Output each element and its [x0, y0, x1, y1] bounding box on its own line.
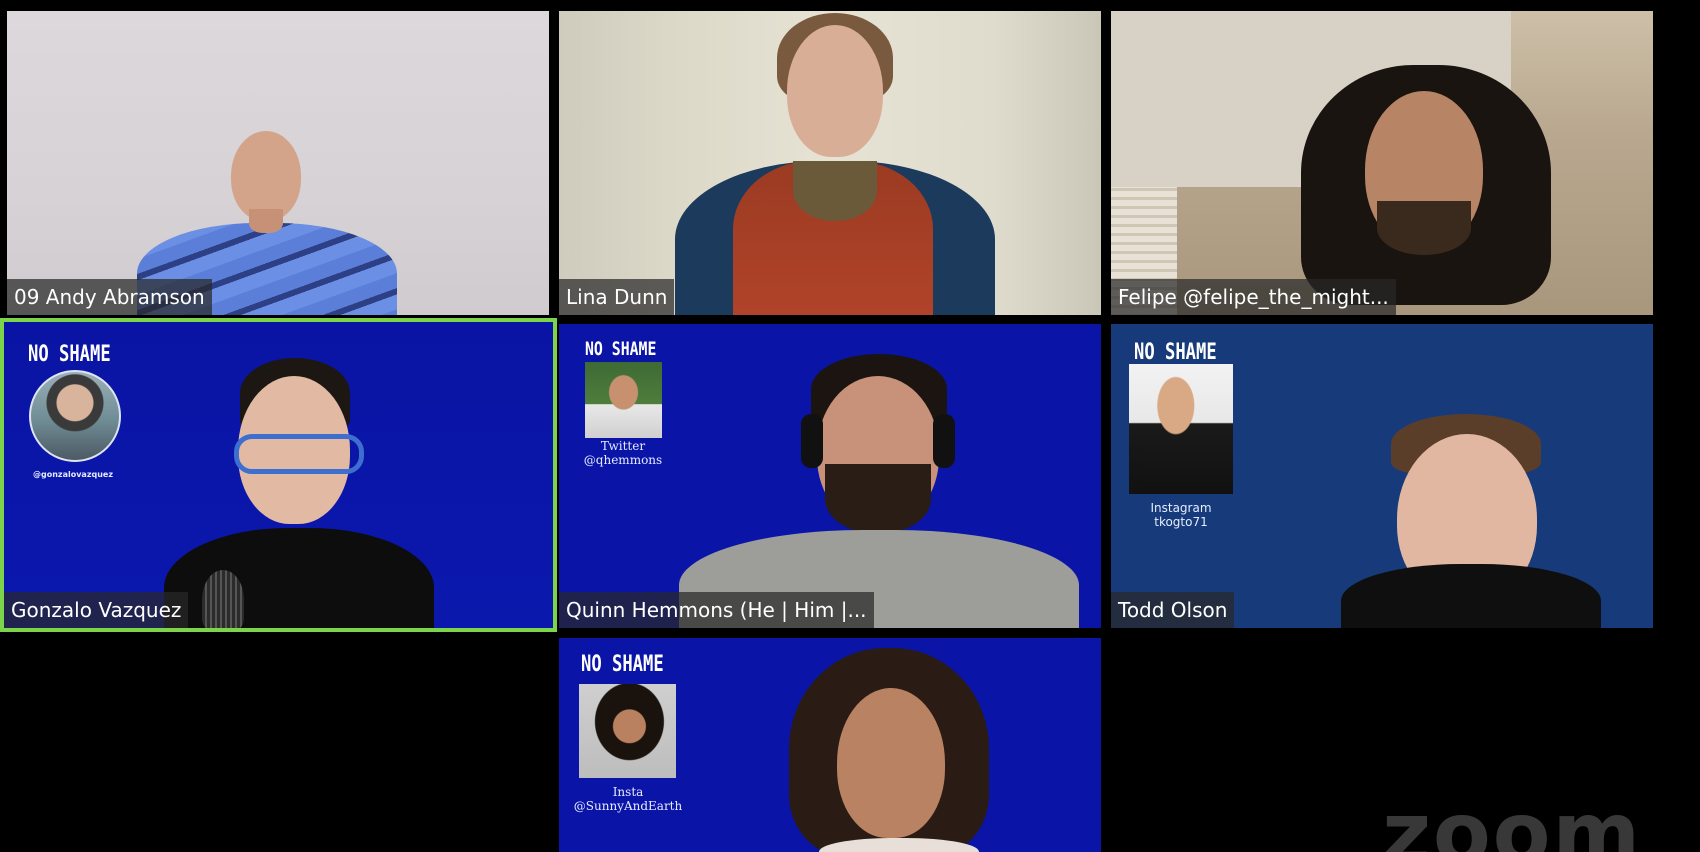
- social-handle: Instagram tkogto71: [1150, 501, 1212, 529]
- participant-video: [1261, 51, 1591, 315]
- avatar-photo: [29, 370, 121, 462]
- video-tile-sunny[interactable]: NO SHAME Insta @SunnyAndEarth: [559, 638, 1101, 852]
- zoom-watermark: zoom: [1382, 784, 1642, 852]
- participant-video: [679, 354, 1079, 628]
- video-tile-lina-dunn[interactable]: Lina Dunn: [559, 11, 1101, 315]
- avatar-photo: [579, 684, 676, 778]
- participant-name-label: Quinn Hemmons (He | Him |...: [559, 592, 874, 628]
- participant-name-label: Lina Dunn: [559, 279, 675, 315]
- video-tile-andy-abramson[interactable]: 09 Andy Abramson: [7, 11, 549, 315]
- video-tile-gonzalo-vazquez[interactable]: NO SHAME @gonzalovazquez Gonzalo Vazquez: [0, 318, 557, 632]
- participant-video: [789, 648, 1019, 852]
- no-shame-title: NO SHAME: [585, 338, 657, 360]
- no-shame-title: NO SHAME: [581, 652, 664, 677]
- no-shame-title: NO SHAME: [1134, 340, 1217, 365]
- social-handle: Insta @SunnyAndEarth: [573, 785, 683, 813]
- participant-video: [1321, 414, 1641, 628]
- social-handle: @gonzalovazquez: [33, 470, 113, 479]
- participant-name-label: Felipe @felipe_the_might...: [1111, 279, 1396, 315]
- participant-name-label: Gonzalo Vazquez: [4, 592, 189, 628]
- video-tile-felipe[interactable]: Felipe @felipe_the_might...: [1111, 11, 1653, 315]
- zoom-gallery-view: 09 Andy Abramson Lina Dunn Felipe @felip…: [0, 0, 1700, 852]
- avatar-photo: [1129, 364, 1233, 494]
- participant-name-label: Todd Olson: [1111, 592, 1235, 628]
- video-tile-todd-olson[interactable]: NO SHAME Instagram tkogto71 Todd Olson: [1111, 324, 1653, 628]
- participant-name-label: 09 Andy Abramson: [7, 279, 212, 315]
- no-shame-title: NO SHAME: [28, 342, 111, 367]
- participant-video: [675, 11, 995, 315]
- avatar-photo: [585, 362, 662, 438]
- microphone-icon: [196, 570, 250, 628]
- video-tile-quinn-hemmons[interactable]: NO SHAME Twitter @qhemmons Quinn Hemmons…: [559, 324, 1101, 628]
- social-handle: Twitter @qhemmons: [583, 439, 663, 467]
